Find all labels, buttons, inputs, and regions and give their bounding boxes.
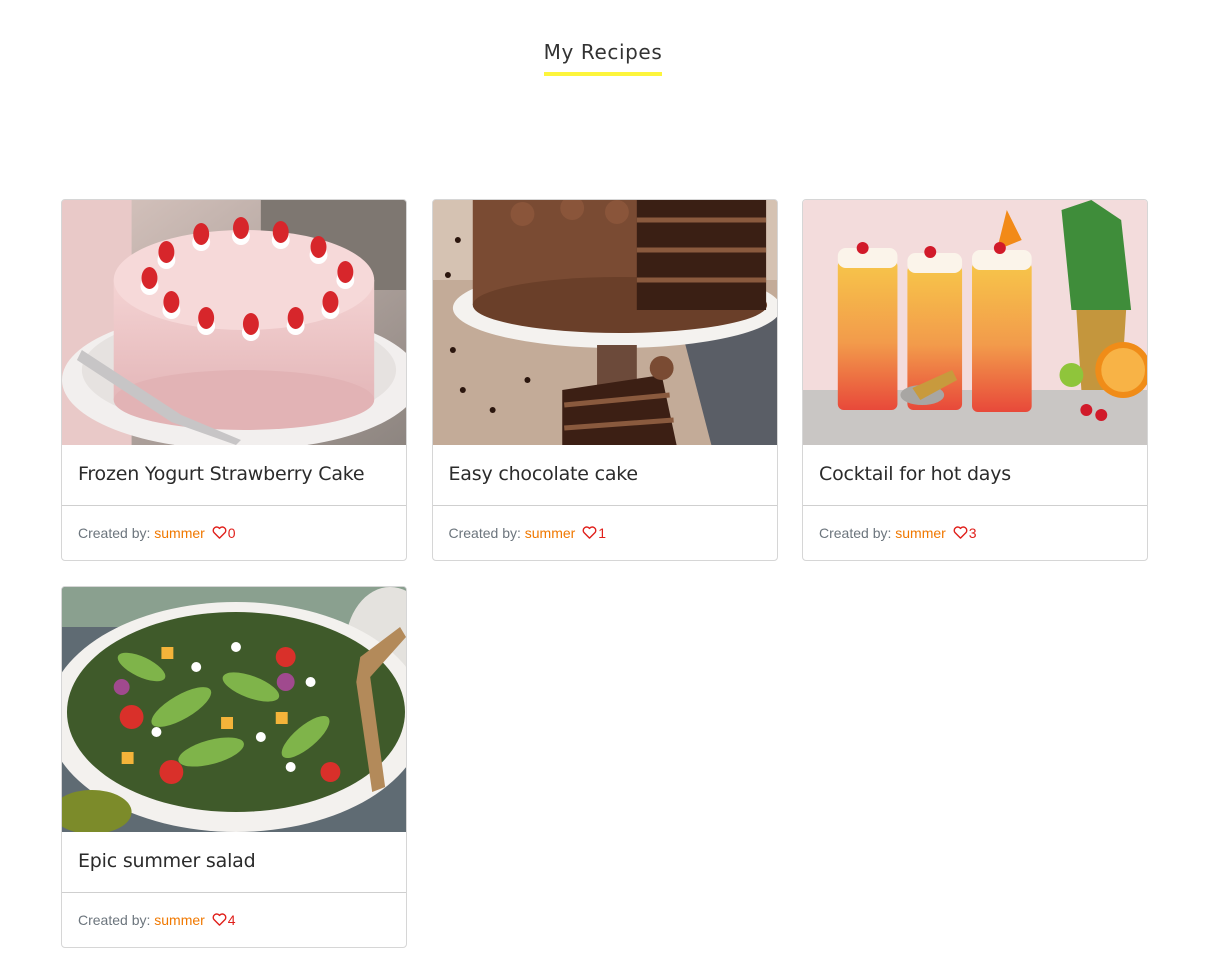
- card-body: Cocktail for hot days: [803, 445, 1147, 506]
- like-button[interactable]: 4: [212, 912, 236, 928]
- card-footer: Created by: summer 3: [803, 506, 1147, 560]
- heart-icon: [582, 526, 597, 539]
- like-button[interactable]: 0: [212, 525, 236, 541]
- author-link[interactable]: summer: [154, 912, 205, 928]
- card-footer: Created by: summer 1: [433, 506, 777, 560]
- recipe-title[interactable]: Easy chocolate cake: [449, 463, 761, 485]
- page: My Recipes Frozen Yogurt Strawberry Cake…: [0, 0, 1206, 961]
- like-count: 0: [227, 525, 236, 541]
- recipe-title[interactable]: Cocktail for hot days: [819, 463, 1131, 485]
- recipe-card[interactable]: Cocktail for hot days Created by: summer…: [802, 199, 1148, 561]
- like-count: 3: [968, 525, 977, 541]
- chocolate-cake-image[interactable]: [432, 200, 777, 445]
- like-count: 1: [598, 525, 607, 541]
- like-count: 4: [227, 912, 236, 928]
- card-footer: Created by: summer 4: [62, 893, 406, 947]
- author-link[interactable]: summer: [895, 525, 946, 541]
- recipe-card[interactable]: Easy chocolate cake Created by: summer 1: [431, 199, 778, 561]
- strawberry-cake-image[interactable]: [62, 200, 406, 445]
- created-by-label: Created by:: [78, 912, 151, 928]
- like-button[interactable]: 1: [582, 525, 606, 541]
- card-body: Epic summer salad: [62, 832, 406, 893]
- recipe-card[interactable]: Frozen Yogurt Strawberry Cake Created by…: [61, 199, 407, 561]
- heart-icon: [953, 526, 968, 539]
- author-link[interactable]: summer: [525, 525, 576, 541]
- summer-salad-image[interactable]: [62, 587, 406, 832]
- card-body: Frozen Yogurt Strawberry Cake: [62, 445, 406, 506]
- heart-icon: [212, 913, 227, 926]
- card-footer: Created by: summer 0: [62, 506, 406, 560]
- like-button[interactable]: 3: [953, 525, 977, 541]
- created-by-label: Created by:: [819, 525, 892, 541]
- cocktail-image[interactable]: [803, 200, 1147, 445]
- created-by-label: Created by:: [78, 525, 151, 541]
- heart-icon: [212, 526, 227, 539]
- recipe-card[interactable]: Epic summer salad Created by: summer 4: [61, 586, 407, 948]
- recipe-title[interactable]: Epic summer salad: [78, 850, 390, 872]
- page-header: My Recipes: [0, 40, 1206, 76]
- card-body: Easy chocolate cake: [432, 445, 777, 506]
- page-title: My Recipes: [543, 40, 663, 76]
- created-by-label: Created by:: [448, 525, 521, 541]
- recipe-grid: Frozen Yogurt Strawberry Cake Created by…: [61, 199, 1148, 948]
- author-link[interactable]: summer: [154, 525, 205, 541]
- recipe-title[interactable]: Frozen Yogurt Strawberry Cake: [78, 463, 390, 485]
